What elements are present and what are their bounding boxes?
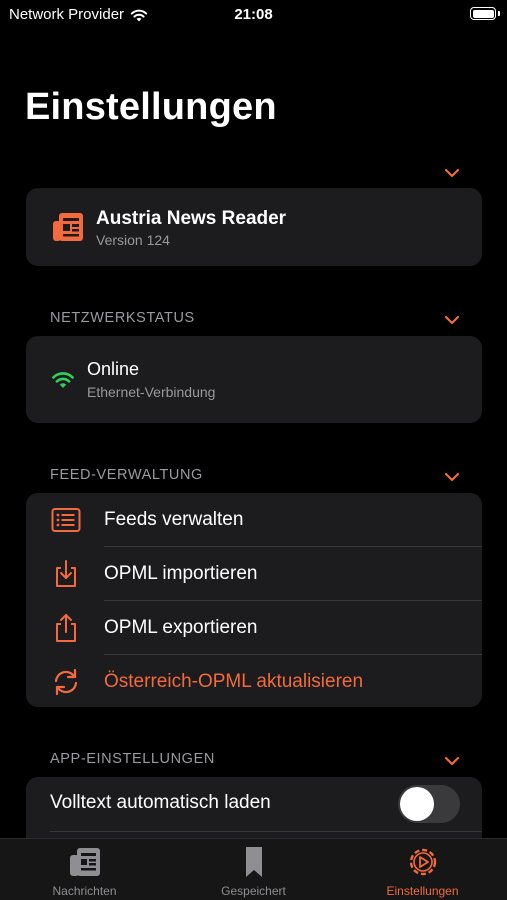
tab-bar: Nachrichten Gespeichert Einstellungen [0, 838, 507, 900]
status-time: 21:08 [234, 6, 273, 23]
app-version: Version 124 [96, 232, 170, 248]
row-label: OPML exportieren [104, 617, 258, 638]
section-header-network: NETZWERKSTATUS [50, 310, 195, 326]
refresh-icon [54, 668, 78, 696]
fulltext-toggle-label: Volltext automatisch laden [50, 792, 271, 813]
network-status-card: Online Ethernet-Verbindung [26, 336, 482, 423]
toggle-knob [400, 787, 434, 821]
tab-gespeichert[interactable]: Gespeichert [169, 845, 338, 900]
newspaper-icon [53, 213, 83, 241]
battery-icon [470, 7, 496, 20]
status-bar: Network Provider 21:08 [0, 0, 507, 30]
row-manage-feeds[interactable]: Feeds verwalten [26, 493, 482, 547]
section-header-app-settings: APP-EINSTELLUNGEN [50, 751, 215, 767]
share-icon [56, 614, 76, 642]
app-info-card: Austria News Reader Version 124 [26, 188, 482, 266]
row-import-opml[interactable]: OPML importieren [26, 547, 482, 601]
row-export-opml[interactable]: OPML exportieren [26, 601, 482, 655]
newspaper-icon [69, 848, 100, 876]
chevron-down-icon[interactable] [444, 168, 460, 178]
import-icon [56, 560, 76, 587]
battery-tip [498, 11, 500, 16]
chevron-down-icon[interactable] [444, 472, 460, 482]
network-status-text: Online [87, 359, 140, 379]
row-separator [50, 831, 482, 832]
tab-label: Einstellungen [386, 884, 459, 898]
settings-icon [409, 848, 436, 876]
chevron-down-icon[interactable] [444, 756, 460, 766]
tab-label: Nachrichten [52, 884, 117, 898]
bookmark-icon [245, 847, 262, 877]
fulltext-toggle[interactable] [398, 785, 460, 823]
feed-management-card: Feeds verwalten OPML importieren OPML ex… [26, 493, 482, 707]
chevron-down-icon[interactable] [444, 315, 460, 325]
tab-einstellungen[interactable]: Einstellungen [338, 845, 507, 900]
tab-nachrichten[interactable]: Nachrichten [0, 845, 169, 900]
row-label: Feeds verwalten [104, 509, 244, 530]
page-title: Einstellungen [25, 86, 277, 128]
section-header-feeds: FEED-VERWALTUNG [50, 467, 203, 483]
network-detail-text: Ethernet-Verbindung [87, 384, 216, 400]
app-name: Austria News Reader [96, 208, 287, 229]
row-label: OPML importieren [104, 563, 258, 584]
wifi-icon [52, 372, 74, 388]
list-icon [51, 508, 81, 532]
row-label: Österreich-OPML aktualisieren [104, 671, 364, 692]
tab-label: Gespeichert [221, 884, 286, 898]
row-refresh-austria-opml[interactable]: Österreich-OPML aktualisieren [26, 655, 482, 707]
